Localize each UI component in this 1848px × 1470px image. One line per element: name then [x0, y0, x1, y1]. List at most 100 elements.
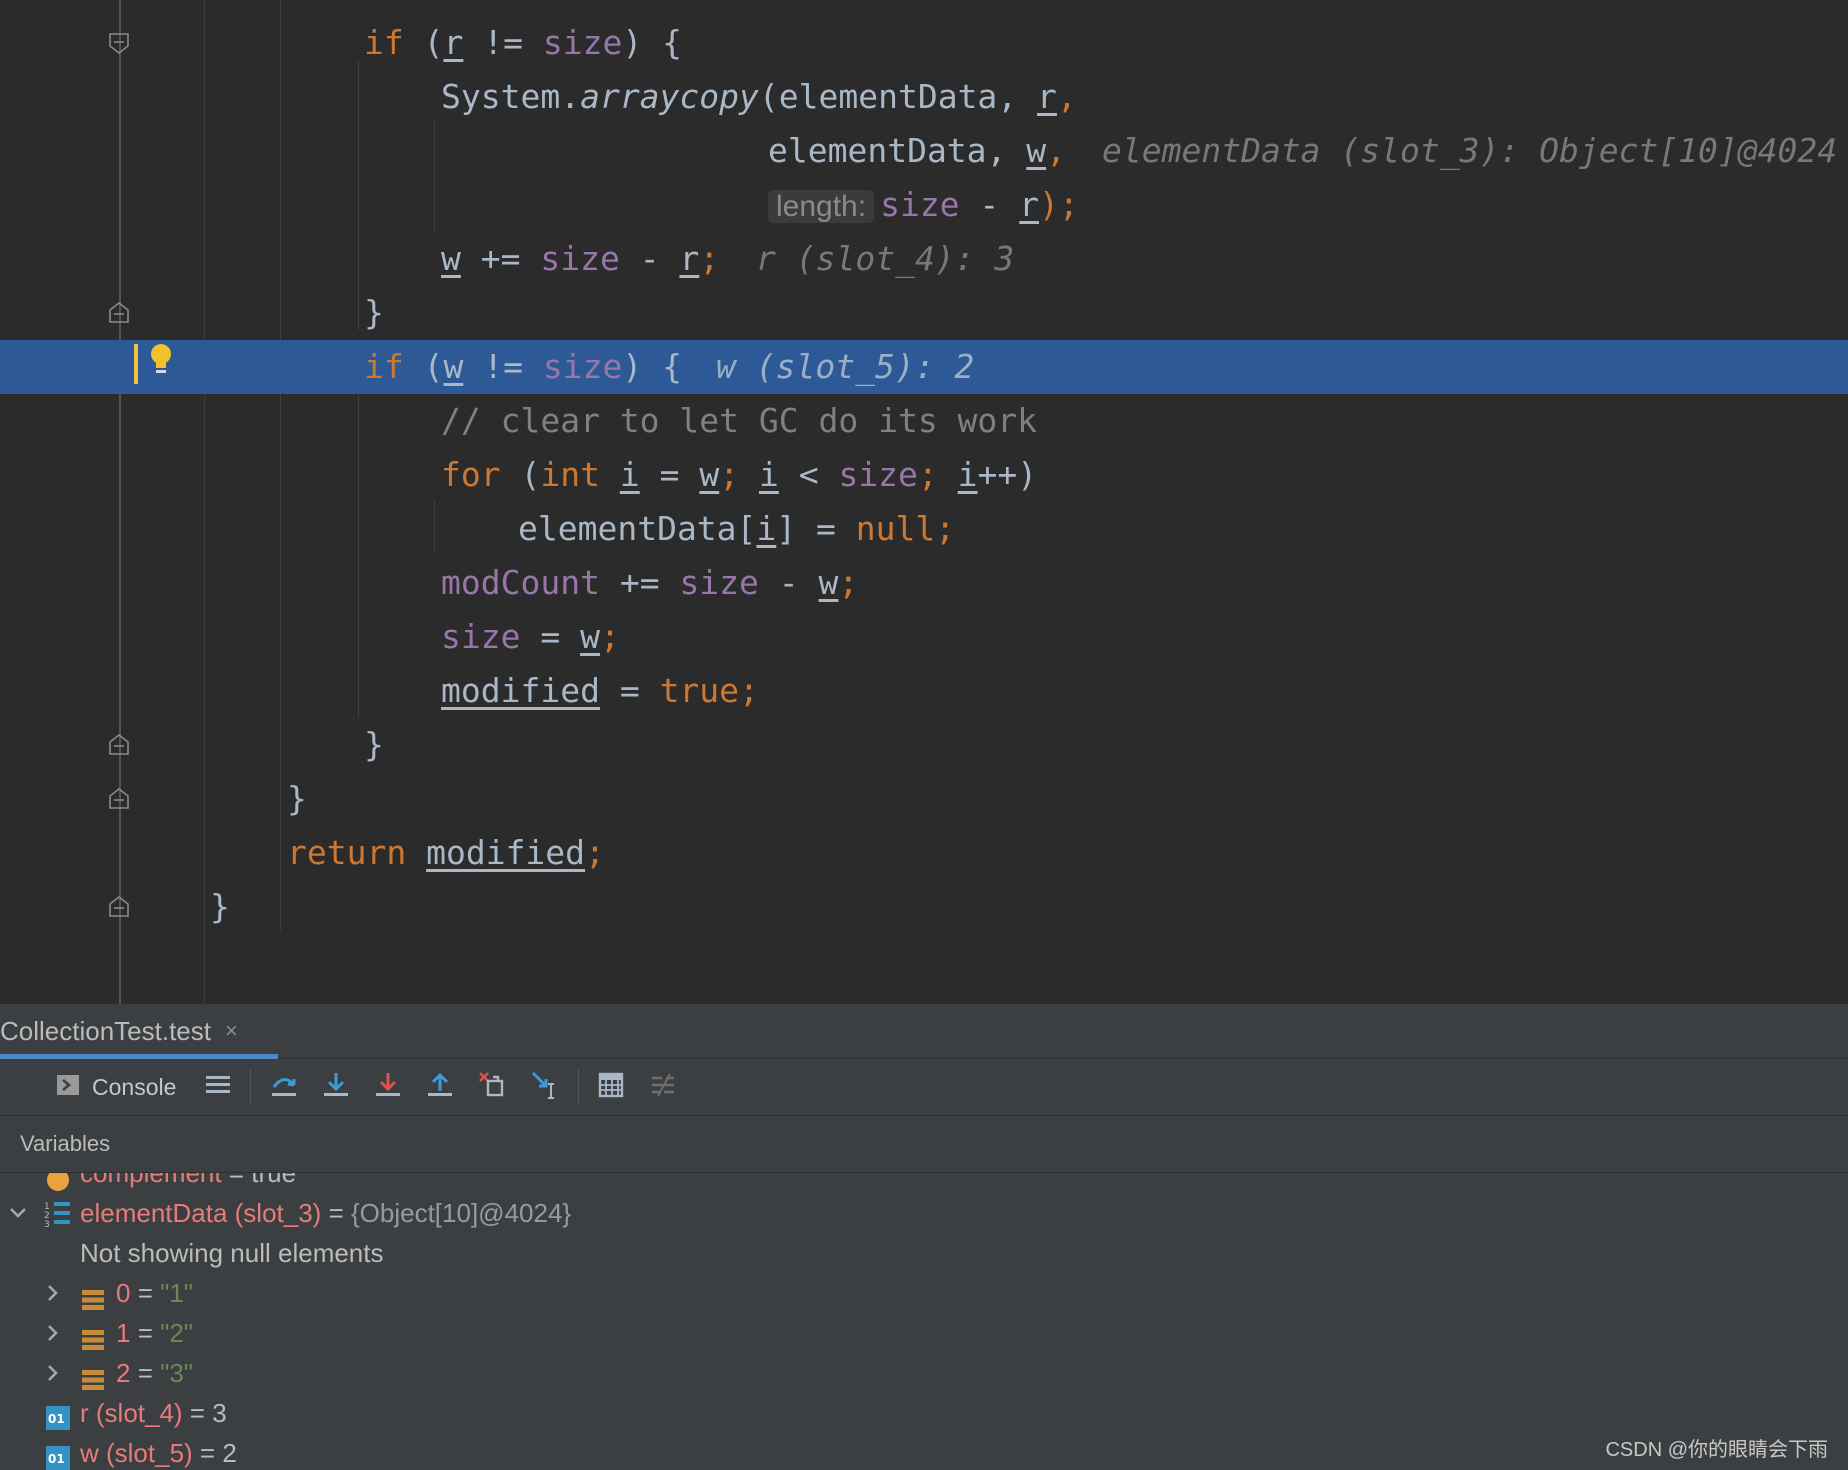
code-token: <: [778, 455, 839, 494]
code-line[interactable]: size = w;: [0, 610, 1848, 664]
code-line[interactable]: elementData, w, elementData (slot_3): Ob…: [0, 124, 1848, 178]
variable: i: [957, 455, 978, 494]
variables-header: Variables: [0, 1116, 1848, 1173]
watermark: CSDN @你的眼睛会下雨: [1605, 1439, 1828, 1461]
variable: r: [679, 239, 700, 278]
evaluate-expression-button[interactable]: [598, 1069, 624, 1105]
threads-menu-button[interactable]: [205, 1069, 231, 1105]
closing-brace: }: [210, 887, 230, 926]
code-token: elementData[: [518, 509, 757, 548]
lightbulb-icon[interactable]: [148, 342, 174, 378]
force-step-into-button[interactable]: [374, 1069, 402, 1105]
variable: w: [1026, 131, 1047, 170]
variable: modified: [426, 833, 586, 872]
code-token: ,: [1056, 77, 1077, 116]
variable-value: = true: [221, 1173, 297, 1188]
keyword: true: [659, 671, 740, 710]
code-token: ;: [585, 833, 605, 872]
closing-brace: }: [364, 725, 384, 764]
svg-text:3: 3: [44, 1220, 50, 1229]
keyword: null: [855, 509, 936, 548]
variable-row-w[interactable]: 01 w (slot_5) = 2: [0, 1433, 1848, 1470]
step-over-button[interactable]: [270, 1069, 298, 1105]
step-over-icon: [270, 1071, 298, 1104]
code-token: (: [403, 23, 444, 62]
debug-panel: CollectionTest.test × Console Variables …: [0, 1004, 1848, 1470]
drop-frame-button[interactable]: [478, 1069, 506, 1105]
variable: w: [441, 239, 461, 278]
field: size: [542, 23, 623, 62]
parameter-hint: length:: [768, 190, 875, 223]
debug-session-tab[interactable]: CollectionTest.test ×: [0, 1004, 242, 1058]
variable: w: [580, 617, 600, 656]
variable: i: [758, 455, 779, 494]
code-token: ;: [699, 239, 720, 278]
code-token: +=: [460, 239, 541, 278]
variable: r: [1037, 77, 1057, 116]
variable-row-elementdata[interactable]: 123 elementData (slot_3) = {Object[10]@4…: [0, 1193, 1848, 1233]
debug-tab-bar: CollectionTest.test ×: [0, 1004, 1848, 1059]
keyword: for: [441, 455, 501, 494]
null-elements-note-row: Not showing null elements: [0, 1233, 1848, 1273]
item-index: 0: [116, 1278, 131, 1308]
code-token: (elementData,: [758, 77, 1038, 116]
variable-value: = 2: [192, 1438, 237, 1468]
equals-sign: =: [130, 1318, 161, 1348]
method-call: arraycopy: [580, 77, 759, 116]
code-token: ;: [719, 455, 759, 494]
null-elements-note: Not showing null elements: [80, 1238, 384, 1268]
variable-row-r[interactable]: 01 r (slot_4) = 3: [0, 1393, 1848, 1433]
variable: modified: [441, 671, 600, 710]
run-to-cursor-button[interactable]: [530, 1069, 560, 1105]
code-line[interactable]: }: [0, 718, 1848, 772]
variable-name: elementData (slot_3): [80, 1198, 322, 1228]
code-line[interactable]: length: size - r);: [0, 178, 1848, 232]
code-line[interactable]: }: [0, 772, 1848, 826]
keyword: int: [540, 455, 600, 494]
variable: r: [443, 23, 464, 62]
equals-sign: =: [130, 1278, 161, 1308]
force-step-into-icon: [374, 1071, 402, 1104]
array-item-row[interactable]: 2 = "3": [0, 1353, 1848, 1393]
tab-title: CollectionTest.test: [0, 1015, 211, 1046]
code-line[interactable]: }: [0, 880, 1848, 934]
code-line[interactable]: System.arraycopy(elementData, r,: [0, 70, 1848, 124]
calculator-icon: [598, 1072, 624, 1103]
array-item-row[interactable]: 0 = "1": [0, 1273, 1848, 1313]
inline-value-hint: w (slot_5): 2: [716, 347, 975, 386]
current-execution-line[interactable]: if (w != size) { w (slot_5): 2: [0, 340, 1848, 394]
variable-value: = 3: [182, 1398, 227, 1428]
variables-tree[interactable]: complement = true 123 elementData (slot_…: [0, 1173, 1848, 1470]
variable-name: complement: [80, 1173, 222, 1188]
code-editor[interactable]: if (r != size) { System.arraycopy(elemen…: [0, 0, 1848, 1004]
step-out-button[interactable]: [426, 1069, 454, 1105]
console-button[interactable]: Console: [56, 1069, 176, 1105]
trace-stream-button[interactable]: [650, 1069, 676, 1105]
code-line[interactable]: return modified;: [0, 826, 1848, 880]
code-line[interactable]: if (r != size) {: [0, 16, 1848, 70]
close-icon[interactable]: ×: [225, 1018, 238, 1044]
code-token: elementData,: [768, 131, 1027, 170]
variable-row[interactable]: complement = true: [0, 1173, 1848, 1193]
field: size: [880, 185, 960, 224]
variable: w: [699, 455, 720, 494]
step-into-button[interactable]: [322, 1069, 350, 1105]
console-icon: [56, 1074, 80, 1101]
variable-name: w (slot_5): [80, 1438, 193, 1468]
inline-value-hint: r (slot_4): 3: [756, 239, 1015, 278]
variable-name: r (slot_4): [80, 1398, 183, 1428]
item-value: "3": [160, 1358, 194, 1388]
code-line[interactable]: elementData[i] = null;: [0, 502, 1848, 556]
code-line[interactable]: // clear to let GC do its work: [0, 394, 1848, 448]
code-token: !=: [463, 23, 543, 62]
code-line[interactable]: modified = true;: [0, 664, 1848, 718]
code-line[interactable]: }: [0, 286, 1848, 340]
field: size: [441, 617, 521, 656]
variable: i: [756, 509, 777, 548]
code-line[interactable]: w += size - r; r (slot_4): 3: [0, 232, 1848, 286]
code-line[interactable]: modCount += size - w;: [0, 556, 1848, 610]
code-line[interactable]: for (int i = w; i < size; i++): [0, 448, 1848, 502]
svg-text:01: 01: [48, 1412, 65, 1426]
array-item-row[interactable]: 1 = "2": [0, 1313, 1848, 1353]
